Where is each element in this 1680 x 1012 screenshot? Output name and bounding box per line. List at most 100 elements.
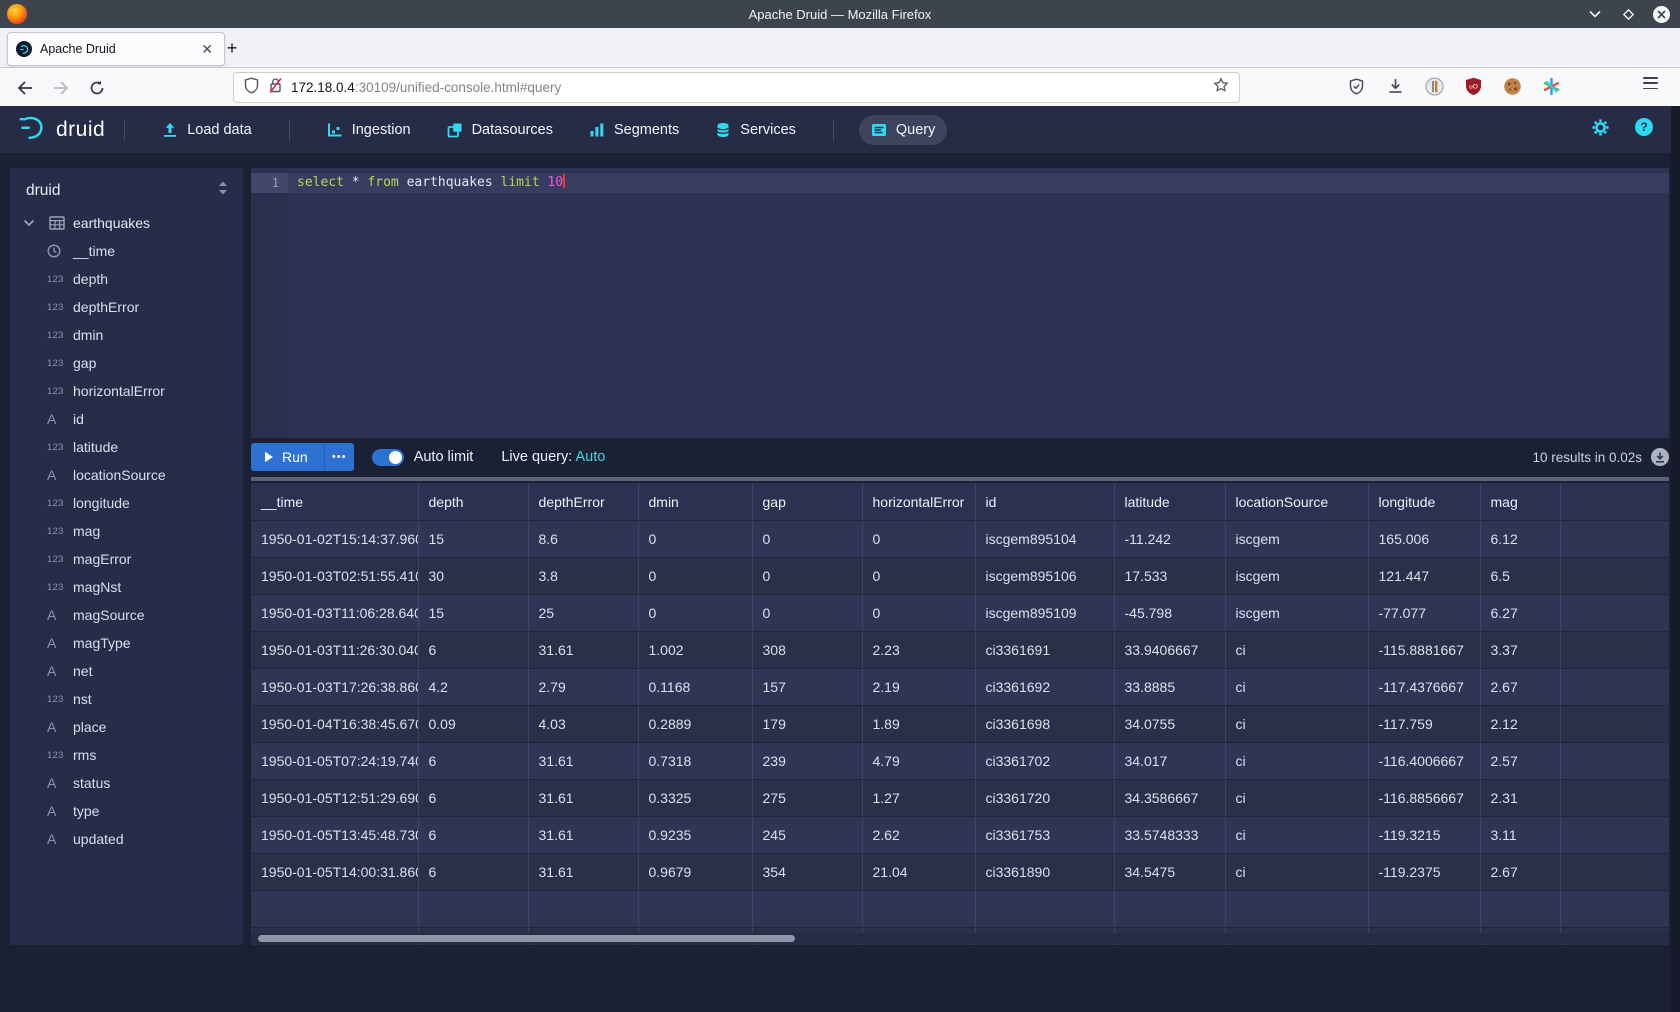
vertical-scrollbar[interactable] [1671,106,1680,1012]
table-cell[interactable]: ci3361698 [975,706,1114,743]
table-cell[interactable]: 31.61 [528,817,638,854]
table-cell[interactable]: 2.31 [1480,780,1560,817]
window-minimize-icon[interactable] [1587,6,1603,22]
sidebar-column-__time[interactable]: __time [10,237,243,265]
table-cell[interactable]: 30 [418,558,528,595]
table-cell[interactable]: 15 [418,521,528,558]
table-cell[interactable]: -119.3215 [1368,817,1480,854]
downloads-icon[interactable] [1384,75,1406,97]
table-cell[interactable]: 275 [752,780,862,817]
table-cell[interactable]: 2.57 [1480,743,1560,780]
column-header-depth[interactable]: depth [418,483,528,521]
table-cell[interactable]: 0.1168 [638,669,752,706]
forward-button[interactable] [48,75,74,101]
table-cell[interactable]: ci3361692 [975,669,1114,706]
sidebar-column-magType[interactable]: AmagType [10,629,243,657]
ublock-origin-icon[interactable]: uO [1462,75,1484,97]
sidebar-column-gap[interactable]: 123gap [10,349,243,377]
table-cell[interactable]: -77.077 [1368,595,1480,632]
table-cell[interactable]: iscgem [1225,521,1368,558]
table-cell[interactable]: 31.61 [528,632,638,669]
table-cell[interactable]: 157 [752,669,862,706]
column-header-latitude[interactable]: latitude [1114,483,1225,521]
table-cell[interactable]: 6.27 [1480,595,1560,632]
table-cell[interactable]: 3.37 [1480,632,1560,669]
shield-permissions-icon[interactable] [244,77,259,99]
window-close-icon[interactable] [1653,6,1670,23]
table-cell[interactable]: 1950-01-03T17:26:38.860Z [251,669,418,706]
table-cell[interactable]: 6 [418,854,528,891]
editor-results-resize-handle[interactable] [251,477,1669,481]
table-cell[interactable]: 0 [638,521,752,558]
run-more-button[interactable]: ••• [324,443,354,471]
table-cell[interactable]: iscgem895106 [975,558,1114,595]
asterisk-extension-icon[interactable] [1540,75,1562,97]
table-cell[interactable]: 179 [752,706,862,743]
table-cell[interactable]: 354 [752,854,862,891]
back-button[interactable] [12,75,38,101]
table-cell[interactable]: ci [1225,669,1368,706]
table-cell[interactable]: ci3361890 [975,854,1114,891]
table-cell[interactable]: 1950-01-04T16:38:45.670Z [251,706,418,743]
table-cell[interactable]: 2.67 [1480,669,1560,706]
table-cell[interactable]: -119.2375 [1368,854,1480,891]
sidebar-column-horizontalError[interactable]: 123horizontalError [10,377,243,405]
table-cell[interactable]: 121.447 [1368,558,1480,595]
cookie-extension-icon[interactable] [1501,75,1523,97]
bookmark-star-icon[interactable] [1213,77,1229,98]
table-cell[interactable]: 4.03 [528,706,638,743]
table-cell[interactable]: 0.9679 [638,854,752,891]
sidebar-column-locationSource[interactable]: AlocationSource [10,461,243,489]
horizontal-scrollbar-thumb[interactable] [258,935,795,942]
sidebar-column-updated[interactable]: Aupdated [10,825,243,853]
table-cell[interactable]: ci [1225,743,1368,780]
table-cell[interactable]: iscgem895109 [975,595,1114,632]
table-cell[interactable]: 8.6 [528,521,638,558]
druid-brand[interactable]: druid [18,114,105,145]
table-cell[interactable]: 33.5748333 [1114,817,1225,854]
table-cell[interactable]: ci3361691 [975,632,1114,669]
tab-close-icon[interactable]: ✕ [198,40,216,58]
live-query-value[interactable]: Auto [576,449,606,465]
table-cell[interactable]: 17.533 [1114,558,1225,595]
table-cell[interactable]: -11.242 [1114,521,1225,558]
table-cell[interactable]: 2.23 [862,632,975,669]
sidebar-column-rms[interactable]: 123rms [10,741,243,769]
table-cell[interactable]: 1.002 [638,632,752,669]
nav-item-query[interactable]: Query [859,115,948,145]
table-cell[interactable]: 31.61 [528,854,638,891]
sidebar-table-earthquakes[interactable]: earthquakes [10,209,243,237]
table-cell[interactable]: 0 [638,595,752,632]
table-cell[interactable]: 4.2 [418,669,528,706]
table-cell[interactable]: -116.8856667 [1368,780,1480,817]
nav-item-ingestion[interactable]: Ingestion [315,115,423,145]
table-cell[interactable]: iscgem [1225,595,1368,632]
nav-item-services[interactable]: Services [703,115,808,145]
table-cell[interactable]: -117.4376667 [1368,669,1480,706]
table-cell[interactable]: 0.09 [418,706,528,743]
nav-item-datasources[interactable]: Datasources [435,115,565,145]
sidebar-column-net[interactable]: Anet [10,657,243,685]
sidebar-column-magError[interactable]: 123magError [10,545,243,573]
table-cell[interactable]: 4.79 [862,743,975,780]
table-cell[interactable]: 0 [862,558,975,595]
table-cell[interactable]: ci [1225,854,1368,891]
menu-hamburger-icon[interactable] [1643,77,1658,89]
table-cell[interactable]: 1950-01-05T12:51:29.690Z [251,780,418,817]
table-cell[interactable]: 245 [752,817,862,854]
table-cell[interactable]: iscgem [1225,558,1368,595]
table-cell[interactable]: -116.4006667 [1368,743,1480,780]
browser-tab[interactable]: Apache Druid ✕ [7,32,225,66]
double-caret-vertical-icon[interactable] [218,181,228,200]
auto-limit-toggle[interactable] [372,449,404,466]
sidebar-column-nst[interactable]: 123nst [10,685,243,713]
table-cell[interactable]: 308 [752,632,862,669]
table-cell[interactable]: 15 [418,595,528,632]
sidebar-column-depth[interactable]: 123depth [10,265,243,293]
table-cell[interactable]: 6 [418,632,528,669]
table-cell[interactable]: ci [1225,780,1368,817]
chevron-down-icon[interactable] [23,219,35,227]
table-cell[interactable]: 1.27 [862,780,975,817]
table-cell[interactable]: 25 [528,595,638,632]
table-cell[interactable]: 6 [418,817,528,854]
